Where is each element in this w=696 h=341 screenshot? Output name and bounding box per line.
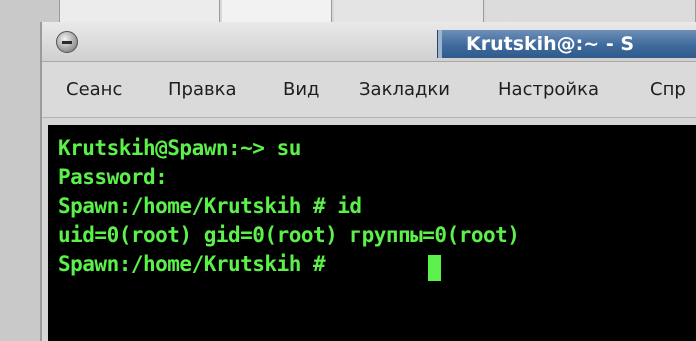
background-window-segment <box>0 0 60 22</box>
terminal-line: Spawn:/home/Krutskih # id <box>58 194 362 218</box>
background-window-segment <box>222 0 332 22</box>
background-window <box>0 0 696 22</box>
terminal-line: Password: <box>58 165 168 189</box>
window-menu-icon[interactable] <box>56 31 78 53</box>
menu-bar: Сеанс Правка Вид Закладки Настройка Спр <box>42 62 696 118</box>
background-window-segment <box>334 0 484 22</box>
active-title-tab[interactable]: Krutskih@:~ - S <box>437 30 696 58</box>
menu-help[interactable]: Спр <box>650 79 686 100</box>
background-window-segment <box>60 0 220 22</box>
menu-edit[interactable]: Правка <box>168 79 237 100</box>
title-bar[interactable]: Krutskih@:~ - S <box>42 22 696 62</box>
menu-settings[interactable]: Настройка <box>498 79 599 100</box>
menu-bookmarks[interactable]: Закладки <box>359 79 450 100</box>
terminal-line: uid=0(root) gid=0(root) группы=0(root) <box>58 223 520 247</box>
terminal-window: Krutskih@:~ - S Сеанс Правка Вид Закладк… <box>40 22 696 341</box>
screen: Krutskih@:~ - S Сеанс Правка Вид Закладк… <box>0 0 696 341</box>
menu-view[interactable]: Вид <box>283 79 320 100</box>
terminal-cursor <box>428 255 441 281</box>
menu-session[interactable]: Сеанс <box>66 79 122 100</box>
desktop-background <box>0 22 40 341</box>
window-title: Krutskih@:~ - S <box>466 33 635 55</box>
terminal-prompt: Spawn:/home/Krutskih # <box>58 252 326 276</box>
background-window-segment <box>486 0 696 22</box>
terminal-output[interactable]: Krutskih@Spawn:~> su Password: Spawn:/ho… <box>48 125 696 341</box>
terminal-line: Krutskih@Spawn:~> su <box>58 136 301 160</box>
